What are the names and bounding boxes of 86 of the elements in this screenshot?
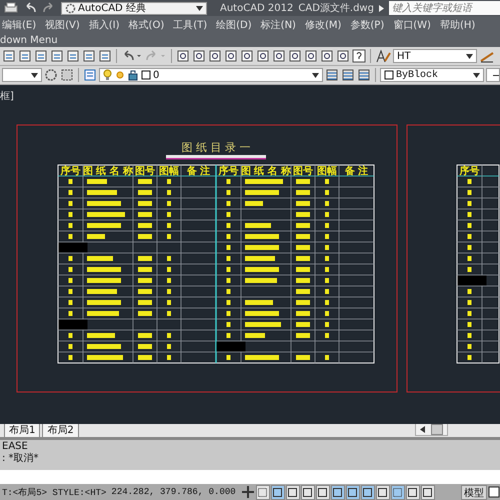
coordinates: 224.282, 379.786, 0.000 [111,487,236,497]
menu-item[interactable]: 编辑(E) [2,18,36,32]
gear-icon[interactable] [44,68,58,82]
linetype-dropdown[interactable] [486,68,500,82]
model-button[interactable]: 模型 [461,484,487,500]
text-style-value: HT [397,50,411,62]
menu-item[interactable]: 绘图(D) [216,18,252,32]
caret-icon [312,72,319,78]
gear-icon [65,2,76,14]
color-dropdown[interactable]: ByBlock [380,68,484,82]
column-header: 图 纸 名 称 [82,166,134,177]
document-icon[interactable] [2,49,16,63]
drafting-toggle-button[interactable] [316,484,330,500]
command-history-line: EASE [2,441,29,452]
menu-item[interactable]: 插入(I) [88,18,120,32]
caret-icon [31,72,38,78]
square-icon [302,486,314,498]
column-header: 备 注 [344,166,368,177]
layer-dropdown[interactable]: 0 [99,68,323,82]
drafting-toggle-button[interactable] [346,484,360,500]
menu-item[interactable]: 视图(V) [45,18,80,32]
drafting-toggle-button[interactable] [360,484,375,500]
bulb-icon [103,69,112,81]
drafting-toggle-button[interactable] [376,484,390,500]
drafting-toggle-button[interactable] [286,484,300,500]
menu-item[interactable]: 参数(P) [350,18,384,32]
layer-stack-icon[interactable] [357,68,371,82]
column-header: 序号 [218,166,238,177]
lock-icon [128,69,139,81]
help-icon[interactable] [352,49,366,63]
caret-icon [466,54,473,58]
text-style-dropdown[interactable]: HT [393,49,477,63]
column-header: 图幅 [317,166,337,177]
layer-stack-icon[interactable] [325,68,339,82]
color-swatch-icon [141,70,151,80]
square-icon [407,486,418,498]
arrow-icon [378,4,384,12]
column-header: 序号 [60,166,80,177]
arrow-icon [420,426,425,433]
column-header: 图 纸 名 称 [240,166,292,177]
command-history-line: : *取消* [2,453,40,465]
menu-item[interactable]: 工具(T) [173,18,208,32]
drafting-toggle-button[interactable] [330,484,345,500]
printer-icon[interactable] [4,2,18,14]
column-header: 图幅 [159,166,179,177]
layout-icon[interactable] [488,486,500,498]
caret-icon [196,6,203,10]
drafting-toggle-button[interactable] [270,484,285,500]
status-text: T:<布局5> STYLE:<HT> [2,486,106,498]
layer-name: 0 [153,70,160,80]
square-icon [422,486,434,498]
menu-item[interactable]: 帮助(H) [440,18,476,32]
layer-stack-icon[interactable] [341,68,355,82]
command-input[interactable] [0,470,500,484]
menu-item[interactable]: 窗口(W) [393,18,431,32]
menu-item[interactable]: 标注(N) [260,18,296,32]
layers-icon[interactable] [83,68,97,82]
app-title: AutoCAD 2012 [220,2,294,14]
color-swatch-icon [384,70,394,80]
horizontal-scrollbar[interactable] [415,423,448,436]
menu-label: down Menu [0,34,58,46]
column-header: 图号 [293,166,313,177]
dotted-square-icon [392,486,404,498]
scroll-thumb[interactable] [431,424,443,435]
column-header: 图号 [135,166,155,177]
color-name: ByBlock [396,70,438,80]
viewport-label[interactable]: 框] [0,89,14,103]
file-name: CAD源文件.dwg [298,2,374,15]
drawing-title: 图 纸 目 录 一 [182,141,250,154]
drafting-toggle-button[interactable] [256,484,270,500]
workspace-name: AutoCAD 经典 [78,2,146,15]
text-style-icon[interactable] [375,49,391,63]
column-header: 备 注 [186,166,210,177]
workspace-settings-dropdown[interactable] [2,68,42,82]
menu-item[interactable]: 格式(O) [128,18,164,32]
search-field[interactable]: 键入关键字或短语 [388,1,500,15]
snap-icon[interactable] [240,485,255,499]
sun-icon [114,69,126,81]
workspace-dropdown[interactable]: AutoCAD 经典 [61,2,207,14]
menu-item[interactable]: 修改(M) [304,18,342,32]
drafting-toggle-button[interactable] [420,484,435,500]
column-header: 序号 [460,166,480,177]
caret-icon [473,72,480,78]
drafting-toggle-button[interactable] [300,484,315,500]
drafting-toggle-button[interactable] [390,484,405,500]
drafting-toggle-button[interactable] [406,484,420,500]
